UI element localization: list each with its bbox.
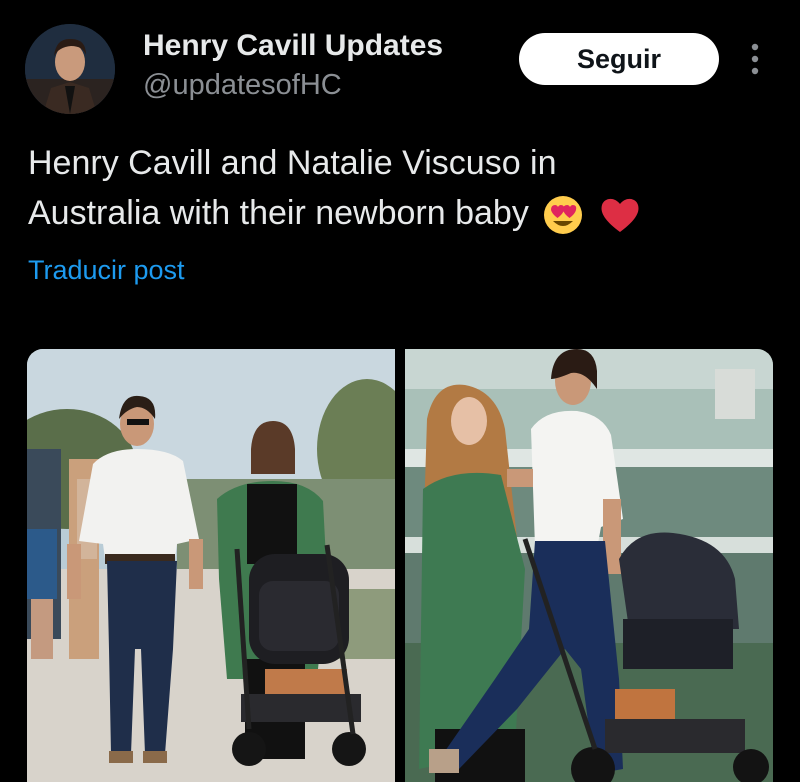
more-vertical-icon[interactable] [742,40,768,80]
post-text: Henry Cavill and Natalie Viscuso in Aust… [28,138,768,238]
post-text-line-2: Australia with their newborn baby [28,194,529,232]
user-handle[interactable]: @updatesofHC [143,68,443,102]
red-heart-emoji-icon [601,198,639,233]
post-text-line-1: Henry Cavill and Natalie Viscuso in [28,144,557,182]
display-name[interactable]: Henry Cavill Updates [143,28,443,64]
post-photo-1[interactable] [27,349,395,782]
photo-2-illustration [405,349,773,782]
avatar[interactable] [25,24,115,114]
translate-post-link[interactable]: Traducir post [28,255,185,286]
photo-1-illustration [27,349,395,782]
follow-button[interactable]: Seguir [519,33,719,85]
post-photo-2[interactable] [405,349,773,782]
avatar-image [25,24,115,114]
heart-eyes-emoji-icon [544,196,583,235]
media-grid [27,349,773,782]
